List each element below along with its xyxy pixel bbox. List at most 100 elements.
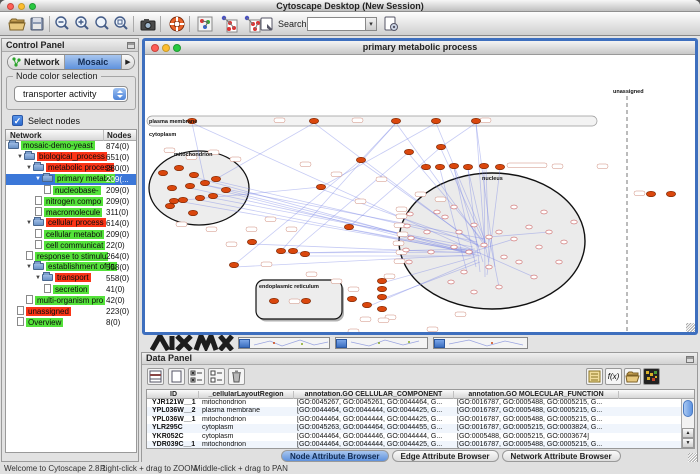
network-node[interactable]: [356, 157, 365, 162]
network-node[interactable]: [167, 185, 176, 190]
node-color-dropdown[interactable]: transporter activity: [14, 86, 128, 102]
tab-node-attribute-browser[interactable]: Node Attribute Browser: [281, 450, 389, 462]
network-node[interactable]: [221, 187, 230, 192]
network-canvas-svg[interactable]: plasma membranecytoplasmmitochondrionnuc…: [145, 56, 695, 332]
network-node[interactable]: [536, 245, 542, 249]
network-node[interactable]: [362, 302, 371, 307]
network-node[interactable]: [556, 260, 562, 264]
network-node[interactable]: [404, 149, 413, 154]
network-node[interactable]: [185, 183, 194, 188]
tree-row[interactable]: unassigned223(0): [6, 306, 136, 317]
scrollbar-thumb[interactable]: [683, 400, 693, 417]
network-window-titlebar[interactable]: primary metabolic process: [145, 41, 695, 55]
attribute-grid-icon[interactable]: [147, 368, 164, 385]
zoom-selected-icon[interactable]: [112, 15, 130, 33]
network-node[interactable]: [451, 245, 457, 249]
tab-edge-attribute-browser[interactable]: Edge Attribute Browser: [392, 450, 499, 462]
network-node[interactable]: [178, 197, 187, 202]
network-node[interactable]: [391, 118, 400, 123]
zoom-out-icon[interactable]: [53, 15, 71, 33]
network-node[interactable]: [301, 298, 310, 303]
network-node[interactable]: [471, 118, 480, 123]
network-node[interactable]: [434, 210, 440, 214]
network-node[interactable]: [424, 230, 430, 234]
unselect-all-attributes-icon[interactable]: [208, 368, 225, 385]
network-node[interactable]: [288, 248, 297, 253]
tree-row[interactable]: multi-organism pro42(0): [6, 295, 136, 306]
network-node[interactable]: [377, 294, 386, 299]
table-row[interactable]: YKR052Ccytoplasm[GO:0044464, GO:0044446,…: [147, 433, 694, 441]
network-node[interactable]: [347, 296, 356, 301]
network-node[interactable]: [666, 191, 675, 196]
scroll-up-icon[interactable]: ▲: [682, 428, 694, 438]
table-row[interactable]: YJR121W__1mitochondrion[GO:0045267, GO:0…: [147, 399, 694, 407]
network-node[interactable]: [531, 275, 537, 279]
network-node[interactable]: [501, 255, 507, 259]
network-node[interactable]: [421, 164, 430, 169]
scroll-down-icon[interactable]: ▼: [682, 438, 694, 448]
network-node[interactable]: [511, 237, 517, 241]
network-node[interactable]: [431, 118, 440, 123]
network-node[interactable]: [471, 290, 477, 294]
search-dropdown-icon[interactable]: ▾: [365, 17, 377, 31]
life-ring-icon[interactable]: [168, 15, 186, 33]
zoom-in-icon[interactable]: [73, 15, 91, 33]
table-row[interactable]: YPL036W__1mitochondrion[GO:0044464, GO:0…: [147, 416, 694, 424]
tree-row[interactable]: Overview8(0): [6, 317, 136, 328]
network-node[interactable]: [511, 205, 517, 209]
tree-row[interactable]: cell communicat22(0): [6, 240, 136, 251]
float-window-icon[interactable]: [686, 356, 694, 363]
network-node[interactable]: [276, 248, 285, 253]
network-node[interactable]: [561, 240, 567, 244]
network-node[interactable]: [165, 203, 174, 208]
network-node[interactable]: [344, 224, 353, 229]
network-node[interactable]: [526, 225, 532, 229]
network-node[interactable]: [463, 164, 472, 169]
background-window-strip[interactable]: [335, 337, 428, 349]
network-box-icon[interactable]: [196, 15, 214, 33]
network-node[interactable]: [541, 210, 547, 214]
network-node[interactable]: [442, 215, 448, 219]
tree-row[interactable]: ▼primary metabo209(...: [6, 174, 136, 185]
save-icon[interactable]: [28, 15, 46, 33]
network-node[interactable]: [479, 163, 488, 168]
network-node[interactable]: [495, 164, 504, 169]
expand-arrow-icon[interactable]: ▼: [35, 176, 42, 182]
background-window-strip[interactable]: [433, 337, 528, 349]
network-node[interactable]: [188, 210, 197, 215]
expand-arrow-icon[interactable]: ▼: [35, 275, 42, 281]
network-node[interactable]: [377, 306, 386, 311]
network-node[interactable]: [208, 193, 217, 198]
select-nodes-checkbox[interactable]: ✓: [12, 115, 23, 126]
network-node[interactable]: [195, 195, 204, 200]
tree-row[interactable]: ▼biological_process651(0): [6, 152, 136, 163]
network-node[interactable]: [300, 251, 309, 256]
network-node[interactable]: [169, 198, 178, 203]
network-node[interactable]: [496, 230, 502, 234]
formula-icon[interactable]: f(x): [605, 368, 622, 385]
tree-row[interactable]: macromolecule311(0): [6, 207, 136, 218]
tab-mosaic[interactable]: Mosaic: [65, 55, 122, 69]
tree-row[interactable]: response to stimulu264(0): [6, 251, 136, 262]
network-node[interactable]: [404, 224, 410, 228]
network-node[interactable]: [546, 230, 552, 234]
new-attribute-icon[interactable]: [168, 368, 185, 385]
attribute-table[interactable]: ID_cellularLayoutRegionannotation.GO CEL…: [146, 389, 695, 449]
network-node[interactable]: [516, 260, 522, 264]
network-node[interactable]: [435, 164, 444, 169]
tree-row[interactable]: secretion41(0): [6, 284, 136, 295]
network-node[interactable]: [316, 184, 325, 189]
resize-grip[interactable]: [686, 323, 695, 332]
expand-arrow-icon[interactable]: ▼: [26, 220, 33, 226]
folder-open-icon[interactable]: [624, 368, 641, 385]
tree-row[interactable]: nucleobase-209(0): [6, 185, 136, 196]
network-tree-header[interactable]: Network Nodes: [6, 130, 136, 141]
network-node[interactable]: [403, 248, 409, 252]
network-node[interactable]: [451, 205, 457, 209]
expand-arrow-icon[interactable]: ▼: [26, 165, 33, 171]
network-node[interactable]: [471, 223, 477, 227]
network-node[interactable]: [448, 280, 454, 284]
table-row[interactable]: YLR295Ccytoplasm[GO:0045263, GO:0044464,…: [147, 424, 694, 432]
resize-grip[interactable]: [688, 453, 697, 462]
background-window-strip[interactable]: [238, 337, 330, 349]
